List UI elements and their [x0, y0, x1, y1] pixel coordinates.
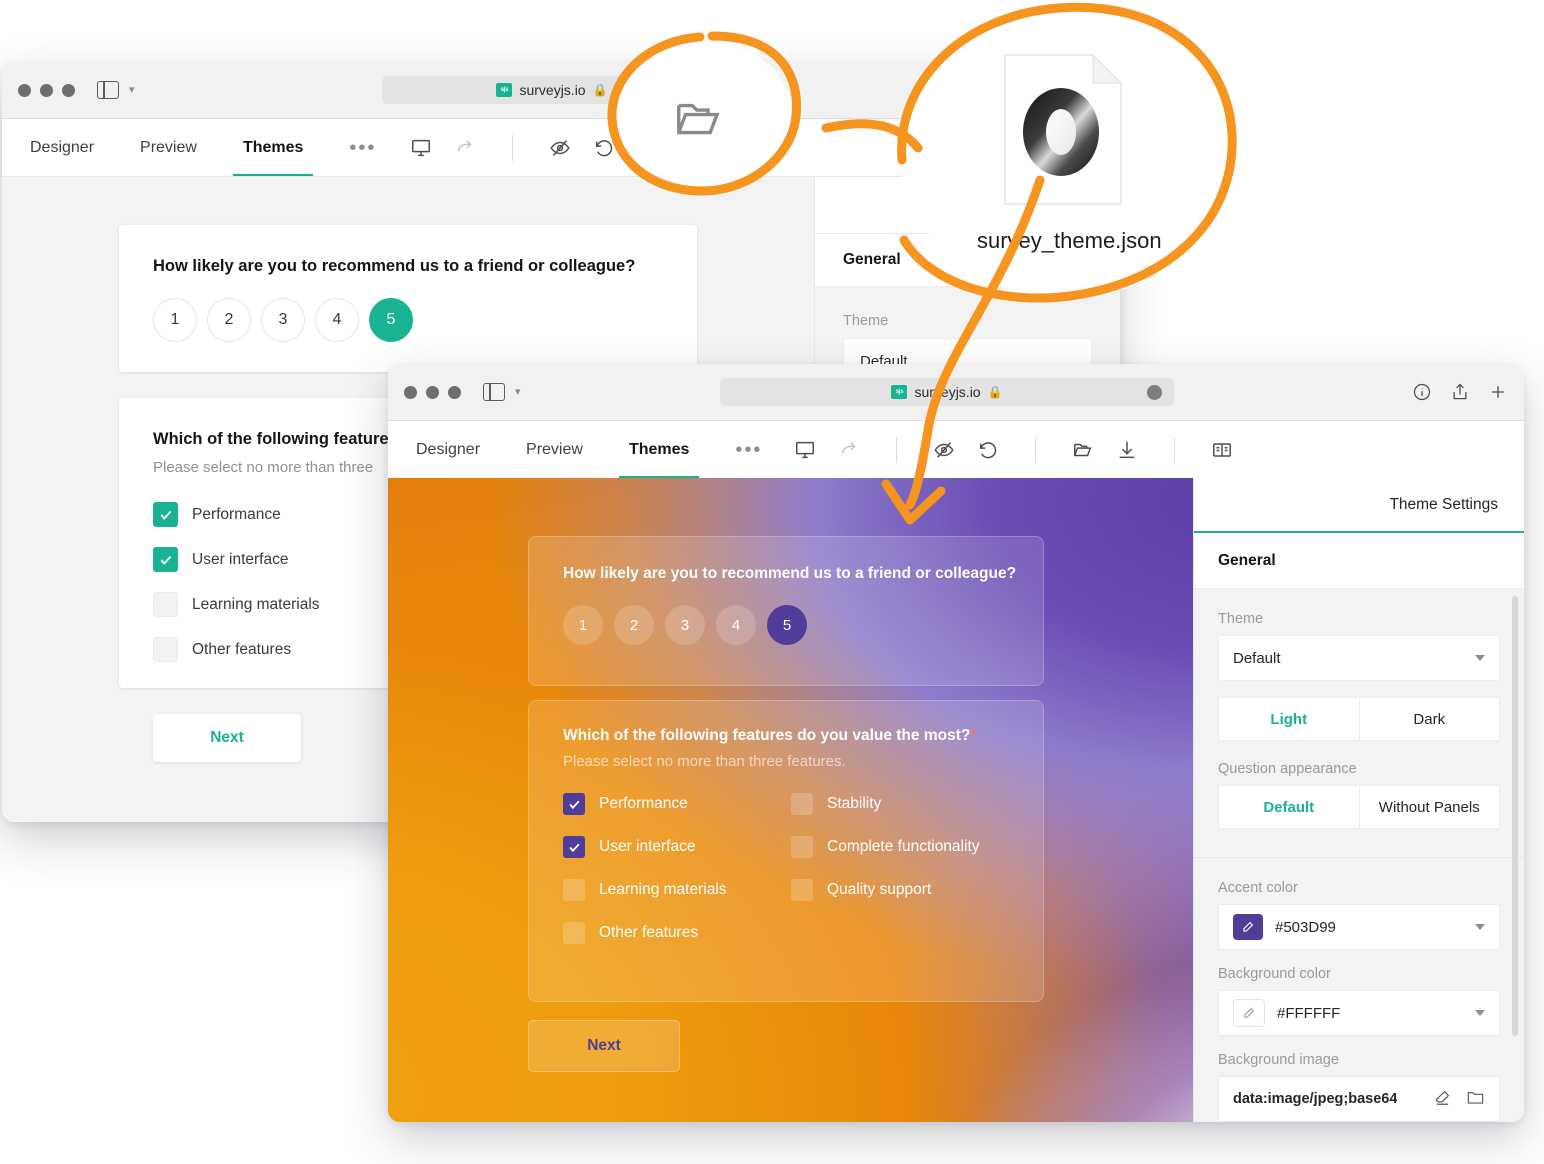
folder-circle-annotation — [607, 31, 802, 196]
screenshot-stage: ▾ sjs surveyjs.io 🔒 Designer Preview The… — [0, 0, 1544, 1164]
callout-annotations — [607, 2, 1237, 525]
file-circle-annotation — [897, 2, 1237, 303]
callout-arrow-shaft — [905, 175, 1045, 510]
